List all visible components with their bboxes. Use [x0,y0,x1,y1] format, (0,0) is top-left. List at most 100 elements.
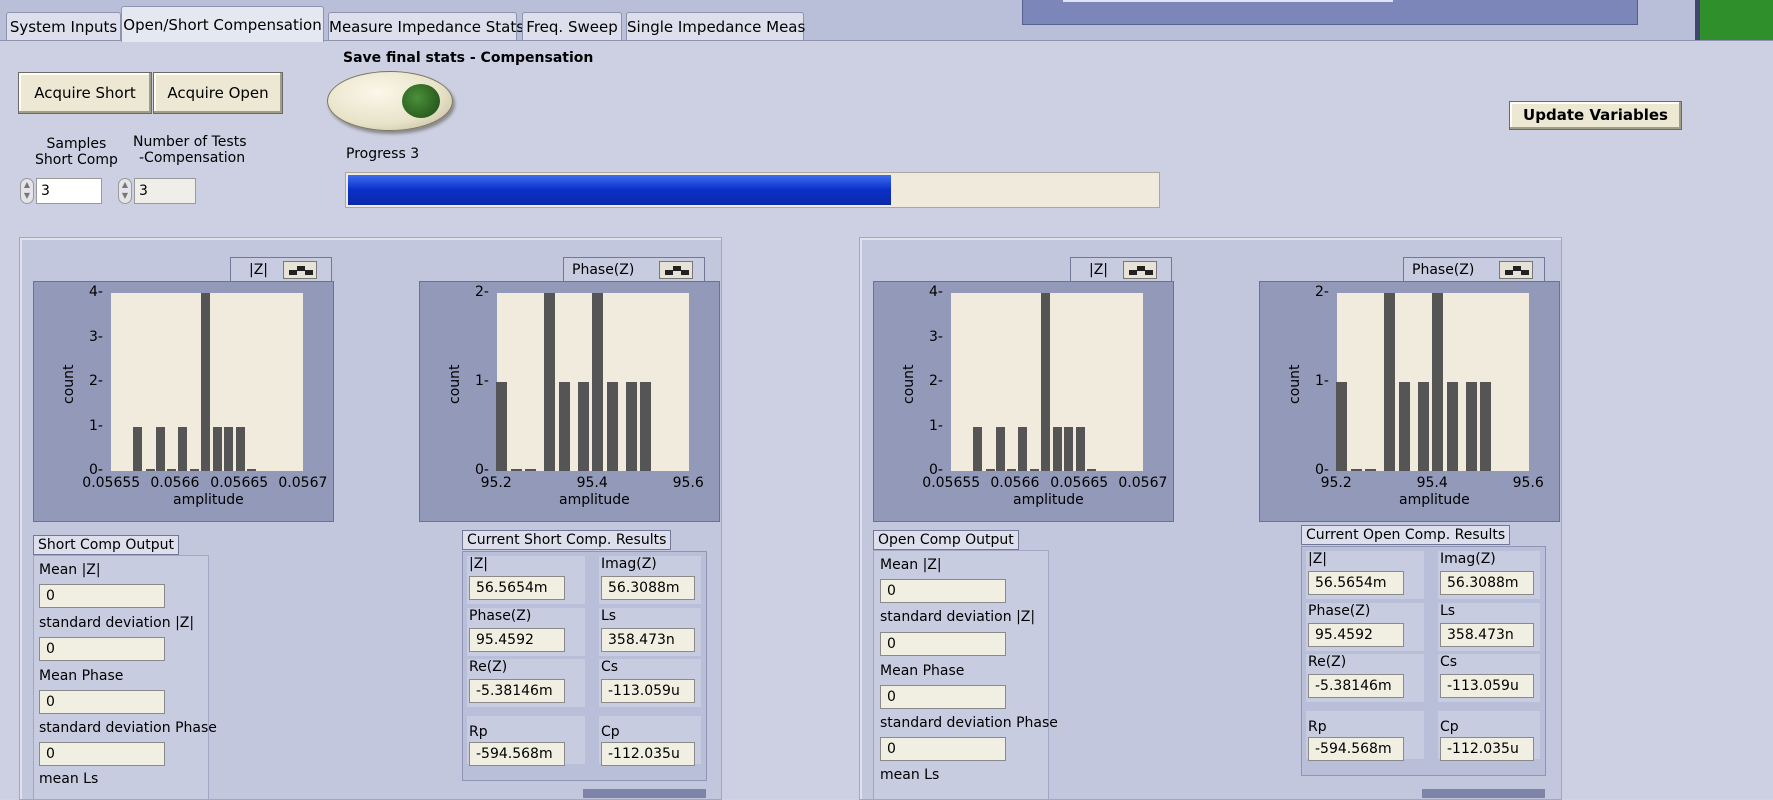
short-std-phase-value: 0 [39,742,165,766]
samples-label-line2: Short Comp [35,152,118,168]
top-indicator-panel [1022,0,1638,25]
plot-legend-icon[interactable] [1499,261,1533,279]
histogram-bar [1417,382,1429,471]
x-axis-title: amplitude [559,492,630,508]
samples-spinner[interactable]: ▲ ▼ [20,178,34,204]
result-label: Cp [1440,719,1459,735]
open-std-z-label: standard deviation |Z| [880,609,1036,625]
tests-label-line1: Number of Tests [133,134,247,150]
histogram-bar [1087,469,1097,471]
open-std-phase-label: standard deviation Phase [880,715,1058,731]
x-axis-title: amplitude [1399,492,1470,508]
histogram-bar [235,426,245,471]
short-mean-z-label: Mean |Z| [39,562,101,578]
save-stats-toggle[interactable] [327,71,453,131]
histogram-bar [1350,469,1362,471]
x-tick-label: 0.0566 [990,475,1040,491]
x-tick-label: 0.05655 [82,475,141,491]
result-label: Re(Z) [1308,654,1347,670]
tab-system-inputs[interactable]: System Inputs [6,12,121,40]
histogram-bar [1432,293,1444,471]
result-value: 56.3088m [1440,571,1534,595]
samples-short-comp-label: Samples Short Comp [35,136,118,168]
result-label: Ls [1440,603,1456,619]
x-tick-label: 0.0567 [1118,475,1168,491]
plot-legend-icon[interactable] [659,261,693,279]
x-axis-title: amplitude [1013,492,1084,508]
histogram-bar [1075,426,1085,471]
y-tick-label: 4- [929,284,943,300]
number-of-tests-input[interactable]: 3 [134,178,196,204]
tab-open-short-compensation[interactable]: Open/Short Compensation [121,6,324,42]
result-label: Phase(Z) [1308,603,1371,619]
histogram-bar [625,382,637,471]
acquire-open-button[interactable]: Acquire Open [153,72,283,114]
histogram-bar [1384,293,1396,471]
y-tick-label: 2- [89,373,103,389]
progress-bar [345,172,1160,208]
result-value: 95.4592 [469,628,565,652]
number-of-tests-label: Number of Tests -Compensation [133,134,247,166]
short-mean-phase-label: Mean Phase [39,668,124,684]
graph-label-text: |Z| [249,262,269,278]
histogram-bar [178,426,188,471]
y-axis-title: count [61,364,77,405]
open-mean-z-value: 0 [880,579,1006,603]
tab-measure-impedance-stats[interactable]: Measure Impedance Stats [328,12,524,40]
histogram-bar [166,469,176,471]
open-results-label: Current Open Comp. Results [1301,525,1511,545]
open-z-histogram-label: |Z| [1070,257,1172,283]
tab-single-impedance-meas[interactable]: Single Impedance Meas [626,12,805,40]
acquire-short-button[interactable]: Acquire Short [18,72,152,114]
x-tick-label: 95.2 [1320,475,1352,491]
result-value: 56.3088m [601,576,695,600]
y-axis-title: count [447,364,463,405]
result-value: -5.38146m [469,679,565,703]
y-tick-label: 1- [929,417,943,434]
plot-legend-icon[interactable] [1123,261,1157,279]
histogram-bar [1018,426,1028,471]
histogram-bar [1465,382,1477,471]
histogram-bar [1064,426,1074,471]
histogram-bar [1006,469,1016,471]
histogram-bar [592,293,604,471]
short-next-graph-label [583,789,706,798]
histogram-bar [247,469,257,471]
short-mean-ls-label: mean Ls [39,771,99,787]
open-std-phase-value: 0 [880,737,1006,761]
short-mean-z-value: 0 [39,584,165,608]
histogram-bar [640,382,652,471]
y-tick-label: 3- [89,328,103,345]
x-tick-label: 0.05665 [1050,475,1109,491]
x-tick-label: 95.2 [480,475,512,491]
graph-label-text: |Z| [1089,262,1109,278]
open-next-graph-label [1422,789,1545,798]
histogram-bar [1041,293,1051,471]
result-label: Re(Z) [469,659,508,675]
short-z-histogram-label: |Z| [230,257,332,283]
update-variables-button[interactable]: Update Variables [1509,101,1682,130]
histogram-bar [146,469,156,471]
short-mean-phase-value: 0 [39,690,165,714]
desktop-background [1700,0,1773,40]
result-label: Imag(Z) [601,556,657,572]
result-value: -5.38146m [1308,674,1404,698]
graph-label-text: Phase(Z) [1412,262,1475,278]
histogram-bar [133,426,143,471]
tests-spinner[interactable]: ▲ ▼ [118,178,132,204]
histogram-bar [510,469,522,471]
samples-short-comp-input[interactable]: 3 [36,178,102,204]
result-value: -112.035u [601,742,695,766]
short-phase-histogram-label: Phase(Z) [563,257,705,283]
y-tick-label: 4- [89,284,103,300]
result-value: 358.473n [601,628,695,652]
result-value: -113.059u [1440,674,1534,698]
histogram-bar [558,382,570,471]
result-value: 95.4592 [1308,623,1404,647]
tab-freq-sweep[interactable]: Freq. Sweep [522,12,622,40]
x-tick-label: 95.4 [576,475,608,491]
result-label: Rp [1308,719,1327,735]
progress-fill [348,175,892,205]
histogram-bar [1398,382,1410,471]
plot-legend-icon[interactable] [283,261,317,279]
